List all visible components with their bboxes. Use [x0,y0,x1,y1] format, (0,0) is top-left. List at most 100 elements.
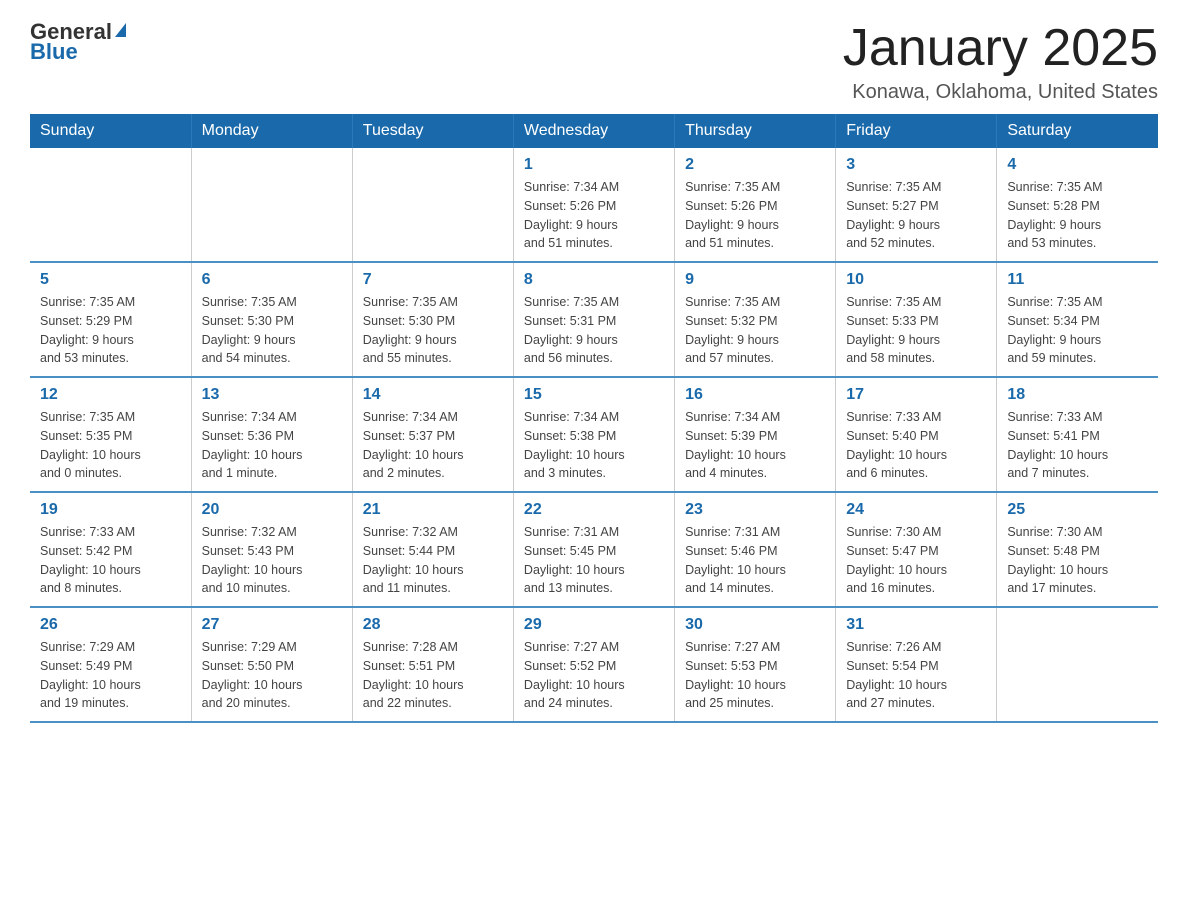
day-number: 2 [685,156,825,174]
weekday-header-thursday: Thursday [675,114,836,148]
day-number: 19 [40,501,181,519]
day-number: 1 [524,156,664,174]
calendar-cell: 7 Sunrise: 7:35 AM Sunset: 5:30 PM Daylig… [352,262,513,377]
calendar-cell: 30Sunrise: 7:27 AM Sunset: 5:53 PM Dayli… [675,607,836,722]
calendar-cell: 27 Sunrise: 7:29 AM Sunset: 5:50 PM Dayli… [191,607,352,722]
day-info: Sunrise: 7:35 AM Sunset: 5:30 PM Dayligh… [363,293,503,368]
day-number: 29 [524,616,664,634]
calendar-cell: 25Sunrise: 7:30 AM Sunset: 5:48 PM Dayli… [997,492,1158,607]
day-number: 24 [846,501,986,519]
day-number: 12 [40,386,181,404]
calendar-cell: 12 Sunrise: 7:35 AM Sunset: 5:35 PM Dayli… [30,377,191,492]
day-info: Sunrise: 7:29 AM Sunset: 5:50 PM Dayligh… [202,638,342,713]
day-info: Sunrise: 7:32 AM Sunset: 5:44 PM Dayligh… [363,523,503,598]
day-number: 22 [524,501,664,519]
day-info: Sunrise: 7:35 AM Sunset: 5:29 PM Dayligh… [40,293,181,368]
day-info: Sunrise: 7:34 AM Sunset: 5:38 PM Dayligh… [524,408,664,483]
weekday-header-friday: Friday [836,114,997,148]
day-info: Sunrise: 7:35 AM Sunset: 5:34 PM Dayligh… [1007,293,1148,368]
day-number: 16 [685,386,825,404]
day-info: Sunrise: 7:31 AM Sunset: 5:45 PM Dayligh… [524,523,664,598]
calendar-cell: 6Sunrise: 7:35 AM Sunset: 5:30 PM Daylig… [191,262,352,377]
calendar-cell: 22 Sunrise: 7:31 AM Sunset: 5:45 PM Dayli… [513,492,674,607]
day-number: 26 [40,616,181,634]
day-info: Sunrise: 7:34 AM Sunset: 5:37 PM Dayligh… [363,408,503,483]
day-number: 31 [846,616,986,634]
day-info: Sunrise: 7:35 AM Sunset: 5:30 PM Dayligh… [202,293,342,368]
month-title: January 2025 [843,20,1158,77]
day-number: 8 [524,271,664,289]
calendar-cell: 5 Sunrise: 7:35 AM Sunset: 5:29 PM Daylig… [30,262,191,377]
day-number: 10 [846,271,986,289]
calendar-cell: 18 Sunrise: 7:33 AM Sunset: 5:41 PM Dayli… [997,377,1158,492]
logo: General Blue [30,20,126,64]
day-number: 9 [685,271,825,289]
day-info: Sunrise: 7:27 AM Sunset: 5:52 PM Dayligh… [524,638,664,713]
calendar-cell: 3Sunrise: 7:35 AM Sunset: 5:27 PM Daylig… [836,148,997,262]
day-number: 14 [363,386,503,404]
day-number: 27 [202,616,342,634]
day-info: Sunrise: 7:28 AM Sunset: 5:51 PM Dayligh… [363,638,503,713]
calendar-cell: 29 Sunrise: 7:27 AM Sunset: 5:52 PM Dayli… [513,607,674,722]
day-info: Sunrise: 7:30 AM Sunset: 5:48 PM Dayligh… [1007,523,1148,598]
day-info: Sunrise: 7:27 AM Sunset: 5:53 PM Dayligh… [685,638,825,713]
day-info: Sunrise: 7:34 AM Sunset: 5:39 PM Dayligh… [685,408,825,483]
calendar-cell: 24 Sunrise: 7:30 AM Sunset: 5:47 PM Dayli… [836,492,997,607]
day-info: Sunrise: 7:34 AM Sunset: 5:26 PM Dayligh… [524,178,664,253]
day-number: 21 [363,501,503,519]
calendar-week-row: 5 Sunrise: 7:35 AM Sunset: 5:29 PM Daylig… [30,262,1158,377]
day-number: 28 [363,616,503,634]
logo-arrow-icon [115,23,126,37]
calendar-cell: 20 Sunrise: 7:32 AM Sunset: 5:43 PM Dayli… [191,492,352,607]
calendar-cell: 16 Sunrise: 7:34 AM Sunset: 5:39 PM Dayli… [675,377,836,492]
day-number: 18 [1007,386,1148,404]
calendar-cell: 10 Sunrise: 7:35 AM Sunset: 5:33 PM Dayli… [836,262,997,377]
page-header: General Blue January 2025 Konawa, Oklaho… [30,20,1158,104]
calendar-week-row: 19 Sunrise: 7:33 AM Sunset: 5:42 PM Dayli… [30,492,1158,607]
day-info: Sunrise: 7:31 AM Sunset: 5:46 PM Dayligh… [685,523,825,598]
day-number: 15 [524,386,664,404]
weekday-header-tuesday: Tuesday [352,114,513,148]
day-info: Sunrise: 7:32 AM Sunset: 5:43 PM Dayligh… [202,523,342,598]
day-number: 7 [363,271,503,289]
day-number: 11 [1007,271,1148,289]
day-info: Sunrise: 7:35 AM Sunset: 5:33 PM Dayligh… [846,293,986,368]
day-info: Sunrise: 7:35 AM Sunset: 5:26 PM Dayligh… [685,178,825,253]
day-info: Sunrise: 7:26 AM Sunset: 5:54 PM Dayligh… [846,638,986,713]
day-info: Sunrise: 7:33 AM Sunset: 5:40 PM Dayligh… [846,408,986,483]
logo-blue: Blue [30,40,78,64]
day-info: Sunrise: 7:33 AM Sunset: 5:42 PM Dayligh… [40,523,181,598]
calendar-cell: 2 Sunrise: 7:35 AM Sunset: 5:26 PM Daylig… [675,148,836,262]
calendar-cell: 1 Sunrise: 7:34 AM Sunset: 5:26 PM Daylig… [513,148,674,262]
weekday-header-wednesday: Wednesday [513,114,674,148]
calendar-cell: 28 Sunrise: 7:28 AM Sunset: 5:51 PM Dayli… [352,607,513,722]
calendar-week-row: 26 Sunrise: 7:29 AM Sunset: 5:49 PM Dayli… [30,607,1158,722]
day-info: Sunrise: 7:35 AM Sunset: 5:35 PM Dayligh… [40,408,181,483]
day-info: Sunrise: 7:34 AM Sunset: 5:36 PM Dayligh… [202,408,342,483]
day-info: Sunrise: 7:30 AM Sunset: 5:47 PM Dayligh… [846,523,986,598]
weekday-header-saturday: Saturday [997,114,1158,148]
day-number: 20 [202,501,342,519]
calendar-cell: 15 Sunrise: 7:34 AM Sunset: 5:38 PM Dayli… [513,377,674,492]
day-info: Sunrise: 7:29 AM Sunset: 5:49 PM Dayligh… [40,638,181,713]
day-info: Sunrise: 7:33 AM Sunset: 5:41 PM Dayligh… [1007,408,1148,483]
weekday-header-row: SundayMondayTuesdayWednesdayThursdayFrid… [30,114,1158,148]
calendar-cell: 31 Sunrise: 7:26 AM Sunset: 5:54 PM Dayli… [836,607,997,722]
calendar-table: SundayMondayTuesdayWednesdayThursdayFrid… [30,114,1158,723]
day-info: Sunrise: 7:35 AM Sunset: 5:31 PM Dayligh… [524,293,664,368]
calendar-cell: 13Sunrise: 7:34 AM Sunset: 5:36 PM Dayli… [191,377,352,492]
calendar-cell [997,607,1158,722]
day-number: 3 [846,156,986,174]
calendar-cell [352,148,513,262]
calendar-cell: 11 Sunrise: 7:35 AM Sunset: 5:34 PM Dayli… [997,262,1158,377]
day-number: 5 [40,271,181,289]
calendar-cell: 26 Sunrise: 7:29 AM Sunset: 5:49 PM Dayli… [30,607,191,722]
calendar-cell [191,148,352,262]
calendar-cell [30,148,191,262]
calendar-cell: 4Sunrise: 7:35 AM Sunset: 5:28 PM Daylig… [997,148,1158,262]
day-number: 23 [685,501,825,519]
calendar-cell: 17Sunrise: 7:33 AM Sunset: 5:40 PM Dayli… [836,377,997,492]
calendar-week-row: 1 Sunrise: 7:34 AM Sunset: 5:26 PM Daylig… [30,148,1158,262]
calendar-cell: 8 Sunrise: 7:35 AM Sunset: 5:31 PM Daylig… [513,262,674,377]
calendar-cell: 21 Sunrise: 7:32 AM Sunset: 5:44 PM Dayli… [352,492,513,607]
